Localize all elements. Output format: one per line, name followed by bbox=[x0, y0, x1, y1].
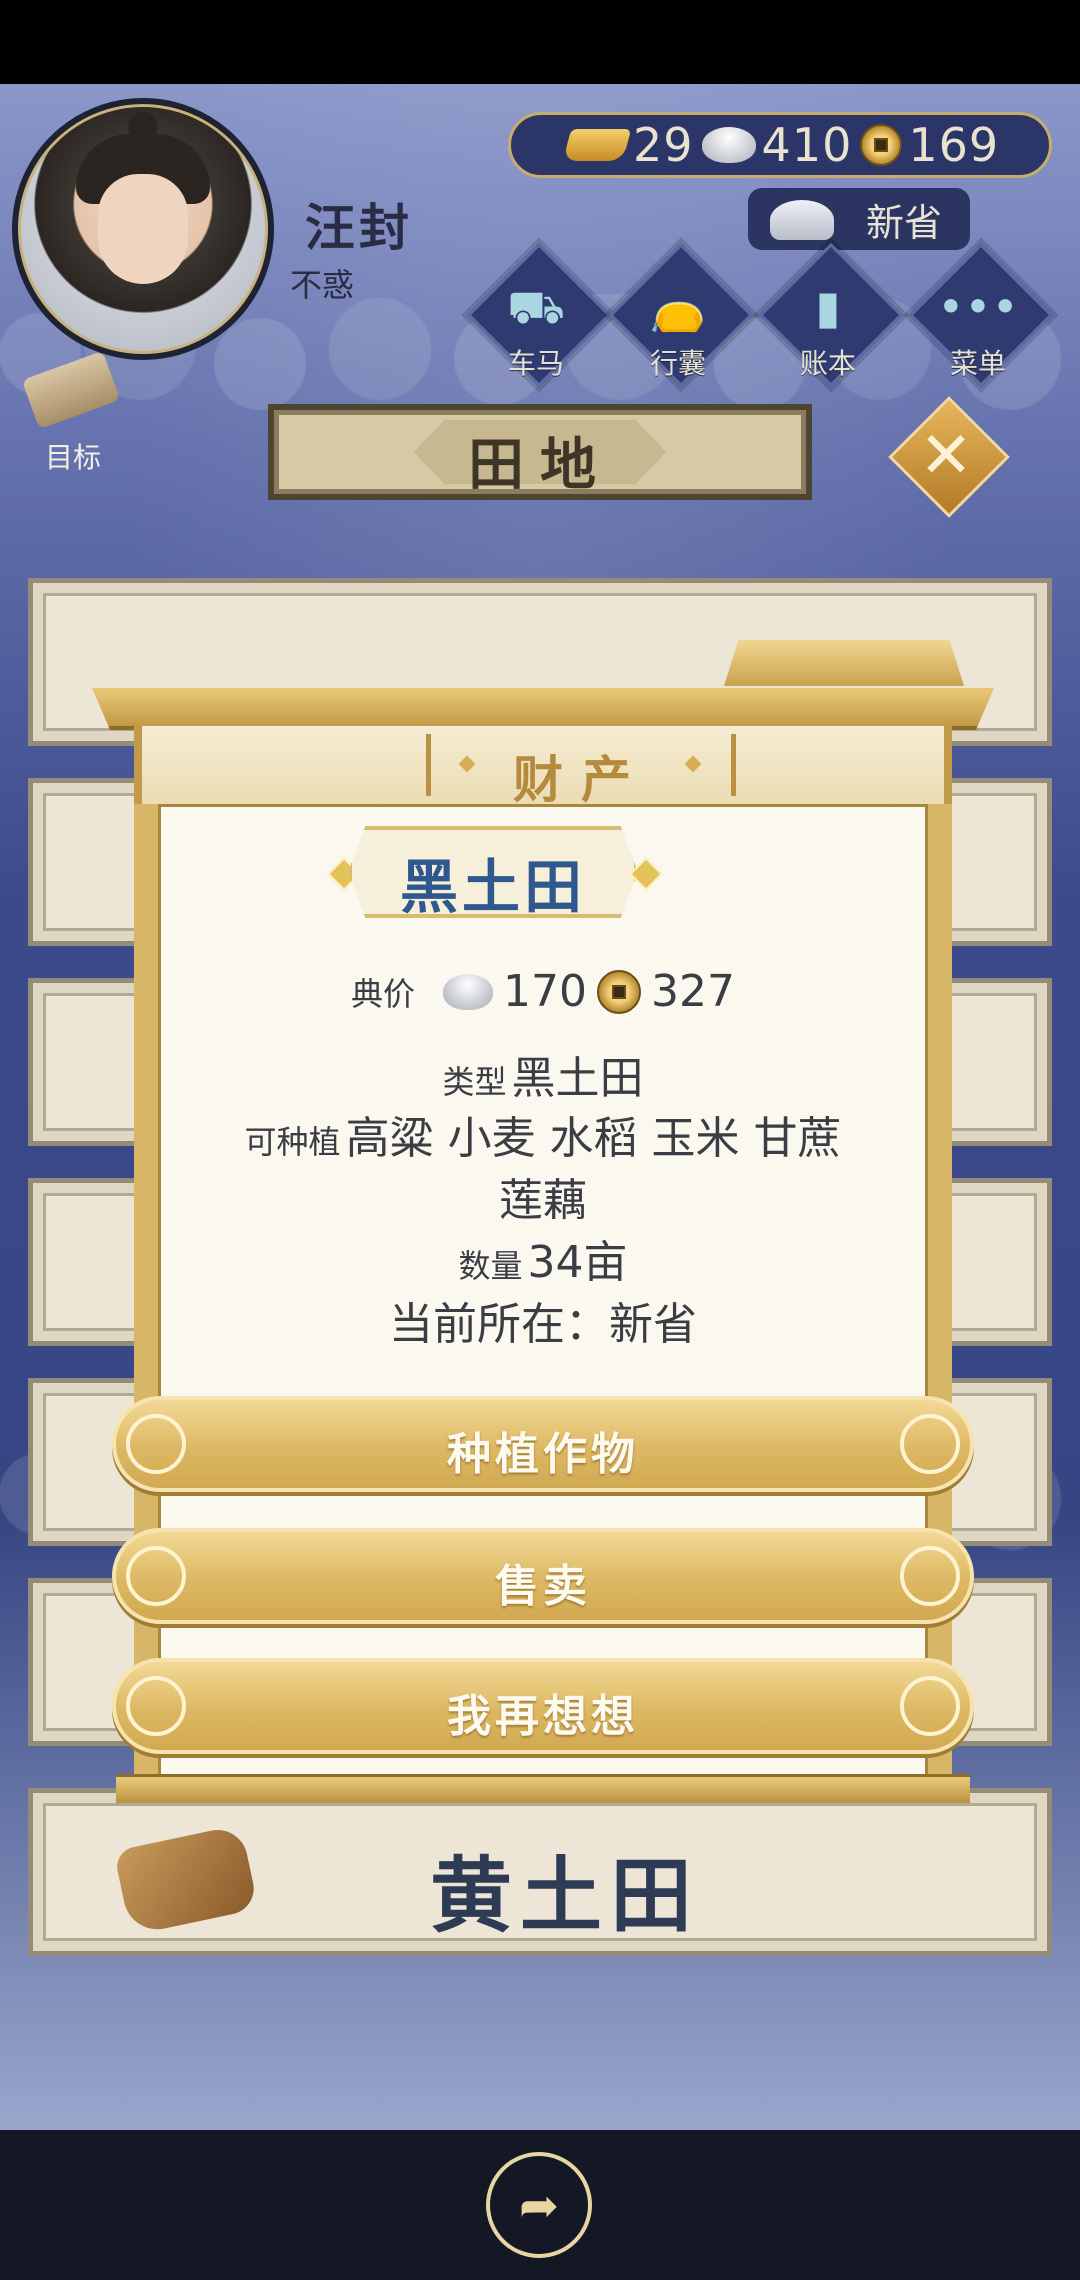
close-icon[interactable]: ✕ bbox=[898, 408, 994, 504]
copper-value: 169 bbox=[908, 118, 1000, 172]
location-icon bbox=[770, 200, 834, 240]
silver-ingot-icon bbox=[443, 973, 494, 1010]
current-location: 当前所在：新省 bbox=[389, 1299, 697, 1350]
list-item-huangtu[interactable]: 黄土田 bbox=[28, 1788, 1052, 1956]
price-silver-value: 170 bbox=[503, 966, 587, 1017]
plantable-value: 高粱 小麦 水稻 玉米 甘蔗 bbox=[345, 1113, 842, 1164]
plantable-value-2: 莲藕 bbox=[499, 1175, 587, 1226]
status-bar bbox=[0, 0, 1080, 84]
location-label: 新省 bbox=[865, 200, 942, 245]
game-scene: 汪封 不惑 29 410 169 新省 ⛟ 车马 👝 行囊 ▮ 账本 ••• 菜… bbox=[0, 84, 1080, 2130]
location-line: 当前所在：新省 bbox=[134, 1288, 952, 1352]
dialog-header: 财产 bbox=[134, 726, 952, 809]
reconsider-button[interactable]: 我再想想 bbox=[112, 1658, 974, 1754]
menu-more-button[interactable]: ••• 菜单 bbox=[908, 242, 1054, 392]
list-item-label: 黄土田 bbox=[429, 1849, 700, 1944]
menu-carriage-button[interactable]: ⛟ 车马 bbox=[466, 242, 612, 392]
gold-ingot-icon bbox=[562, 129, 632, 161]
menu-bag-button[interactable]: 👝 行囊 bbox=[608, 242, 754, 392]
plantable-line-2: 莲藕 bbox=[134, 1164, 952, 1228]
page-title: 田地 bbox=[468, 433, 612, 498]
section-title: 财产 bbox=[513, 751, 649, 809]
dialog-roof bbox=[92, 688, 994, 730]
reconsider-label: 我再想想 bbox=[447, 1691, 639, 1742]
share-icon: ➦ bbox=[518, 2178, 560, 2234]
menu-label: 账本 bbox=[799, 347, 856, 380]
button-ornament bbox=[900, 1676, 960, 1736]
price-line: 典价 170 327 bbox=[134, 966, 952, 1017]
goal-button[interactable]: 目标 bbox=[18, 350, 128, 474]
price-copper-value: 327 bbox=[651, 966, 735, 1017]
goal-label: 目标 bbox=[44, 441, 101, 474]
button-ornament bbox=[900, 1414, 960, 1474]
property-dialog: 财产 黑土田 典价 170 327 类型 黑土田 可种植 高粱 小麦 水稻 玉米… bbox=[92, 640, 994, 1803]
menu-label: 行囊 bbox=[649, 347, 706, 380]
section-tag: 财产 bbox=[426, 734, 736, 809]
gold-counter: 29 bbox=[562, 118, 694, 172]
type-label: 类型 bbox=[442, 1063, 507, 1101]
plant-crop-button[interactable]: 种植作物 bbox=[112, 1396, 974, 1492]
gold-value: 29 bbox=[633, 118, 694, 172]
bag-icon: 👝 bbox=[649, 280, 707, 334]
quantity-value: 34亩 bbox=[527, 1237, 628, 1288]
page-title-plaque: 田地 bbox=[268, 404, 812, 500]
quantity-line: 数量 34亩 bbox=[134, 1226, 952, 1290]
location-button[interactable]: 新省 bbox=[748, 188, 970, 250]
more-icon: ••• bbox=[937, 280, 1019, 334]
menu-label: 车马 bbox=[507, 347, 564, 380]
copper-coin-icon bbox=[597, 969, 641, 1014]
copper-coin-icon bbox=[860, 124, 903, 166]
ledger-icon: ▮ bbox=[815, 280, 841, 334]
price-label: 典价 bbox=[351, 974, 416, 1013]
sell-label: 售卖 bbox=[495, 1561, 591, 1612]
player-avatar[interactable] bbox=[12, 98, 274, 360]
carriage-icon: ⛟ bbox=[507, 280, 565, 334]
quantity-label: 数量 bbox=[458, 1247, 523, 1285]
sell-button[interactable]: 售卖 bbox=[112, 1528, 974, 1624]
silver-value: 410 bbox=[761, 118, 853, 172]
type-value: 黑土田 bbox=[511, 1053, 644, 1104]
silver-counter: 410 bbox=[701, 118, 853, 172]
copper-counter: 169 bbox=[860, 118, 999, 172]
plantable-label: 可种植 bbox=[244, 1123, 341, 1161]
share-button[interactable]: ➦ bbox=[486, 2152, 592, 2258]
plantable-line: 可种植 高粱 小麦 水稻 玉米 甘蔗 bbox=[134, 1102, 952, 1166]
plant-crop-label: 种植作物 bbox=[447, 1429, 639, 1480]
silver-ingot-icon bbox=[701, 127, 756, 163]
item-name-badge: 黑土田 bbox=[348, 826, 638, 918]
type-line: 类型 黑土田 bbox=[134, 1042, 952, 1106]
face bbox=[98, 174, 188, 284]
menu-ledger-button[interactable]: ▮ 账本 bbox=[758, 242, 904, 392]
menu-label: 菜单 bbox=[949, 347, 1006, 380]
currency-bar: 29 410 169 bbox=[508, 112, 1052, 178]
button-ornament bbox=[900, 1546, 960, 1606]
item-name: 黑土田 bbox=[399, 853, 586, 921]
dialog-bottom-frame bbox=[116, 1774, 970, 1803]
player-age-title: 不惑 bbox=[290, 266, 355, 304]
roof-ornament bbox=[724, 640, 964, 686]
player-name: 汪封 bbox=[305, 199, 413, 257]
